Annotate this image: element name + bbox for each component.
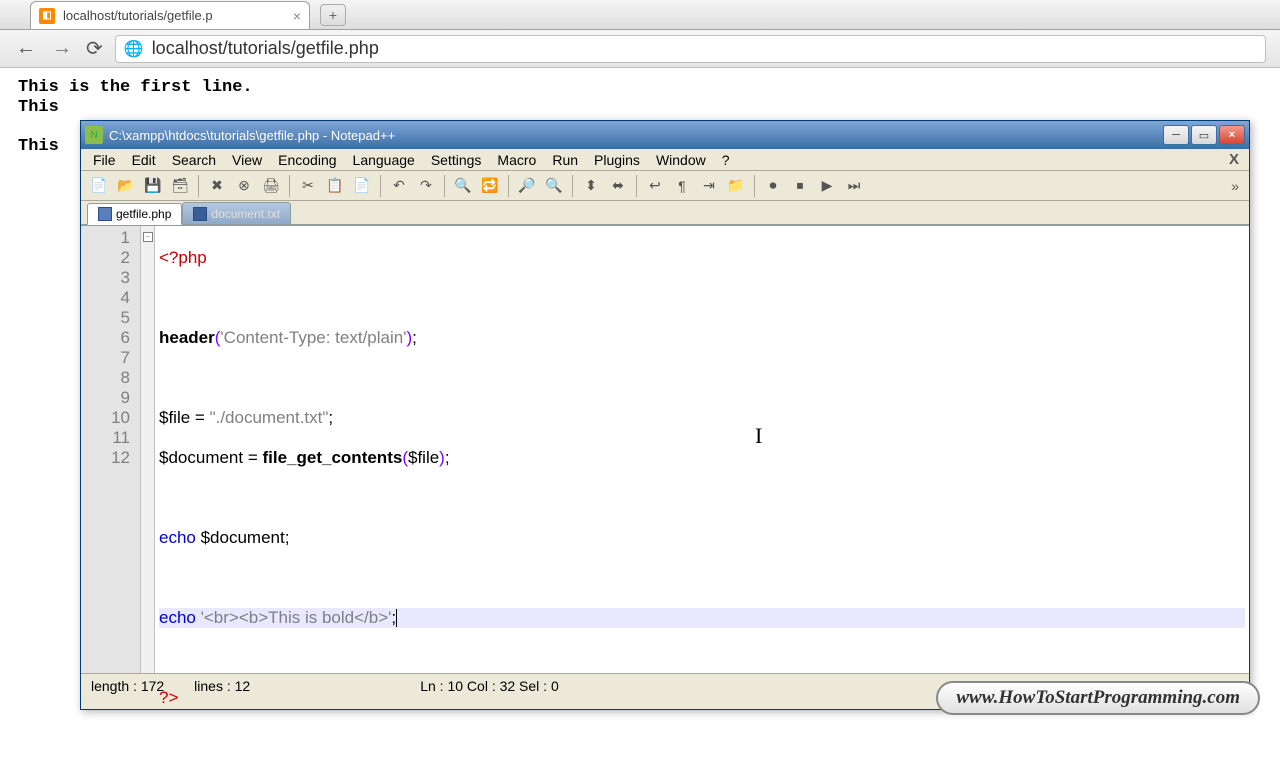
folder-icon[interactable]: 📁 <box>724 174 748 198</box>
back-button[interactable]: ← <box>14 37 38 60</box>
tab-close-icon[interactable]: × <box>293 8 301 24</box>
wrap-icon[interactable]: ↩ <box>643 174 667 198</box>
close-doc-button[interactable]: X <box>1223 151 1245 168</box>
undo-icon[interactable]: ↶ <box>387 174 411 198</box>
favicon-icon: ◧ <box>39 8 55 24</box>
watermark: www.HowToStartProgramming.com <box>936 681 1260 715</box>
replace-icon[interactable]: 🔁 <box>478 174 502 198</box>
playback-icon[interactable]: ⏭ <box>842 174 866 198</box>
save-all-icon[interactable]: 🗃 <box>168 174 192 198</box>
find-icon[interactable]: 🔍 <box>451 174 475 198</box>
status-length: length : 172 <box>91 678 164 694</box>
notepadpp-window: N C:\xampp\htdocs\tutorials\getfile.php … <box>80 120 1250 710</box>
file-tab-label: document.txt <box>211 207 280 221</box>
window-title: C:\xampp\htdocs\tutorials\getfile.php - … <box>109 128 1163 143</box>
copy-icon[interactable]: 📋 <box>323 174 347 198</box>
print-icon[interactable]: 🖨 <box>259 174 283 198</box>
maximize-button[interactable]: ▭ <box>1191 125 1217 145</box>
browser-tab-title: localhost/tutorials/getfile.p <box>63 8 213 23</box>
cut-icon[interactable]: ✂ <box>296 174 320 198</box>
paste-icon[interactable]: 📄 <box>350 174 374 198</box>
menu-edit[interactable]: Edit <box>124 150 164 170</box>
globe-icon: 🌐 <box>124 39 144 59</box>
menu-window[interactable]: Window <box>648 150 714 170</box>
address-bar[interactable]: 🌐 localhost/tutorials/getfile.php <box>115 35 1266 63</box>
play-icon[interactable]: ▶ <box>815 174 839 198</box>
indent-icon[interactable]: ⇥ <box>697 174 721 198</box>
save-icon[interactable]: 💾 <box>141 174 165 198</box>
line-gutter: 123456789101112 <box>81 226 141 673</box>
menu-help[interactable]: ? <box>714 150 738 170</box>
menu-file[interactable]: File <box>85 150 124 170</box>
ibeam-cursor-icon: I <box>755 426 762 446</box>
menu-plugins[interactable]: Plugins <box>586 150 648 170</box>
redo-icon[interactable]: ↷ <box>414 174 438 198</box>
browser-tab-strip: ◧ localhost/tutorials/getfile.p × + <box>0 0 1280 30</box>
window-buttons: ─ ▭ × <box>1163 125 1245 145</box>
toolbar: 📄 📂 💾 🗃 ✖ ⊗ 🖨 ✂ 📋 📄 ↶ ↷ 🔍 🔁 🔎 🔍 ⬍ ⬌ ↩ ¶ … <box>81 171 1249 201</box>
menu-macro[interactable]: Macro <box>489 150 544 170</box>
file-tab-bar: getfile.php document.txt <box>81 201 1249 225</box>
close-file-icon[interactable]: ✖ <box>205 174 229 198</box>
minimize-button[interactable]: ─ <box>1163 125 1189 145</box>
fold-column: − <box>141 226 155 673</box>
text-caret <box>396 609 397 627</box>
zoom-out-icon[interactable]: 🔍 <box>542 174 566 198</box>
editor[interactable]: 123456789101112 − <?php header('Content-… <box>81 225 1249 673</box>
url-text: localhost/tutorials/getfile.php <box>152 38 379 59</box>
fold-toggle-icon[interactable]: − <box>143 232 153 242</box>
menu-settings[interactable]: Settings <box>423 150 490 170</box>
close-button[interactable]: × <box>1219 125 1245 145</box>
browser-tab-active[interactable]: ◧ localhost/tutorials/getfile.p × <box>30 1 310 29</box>
menu-run[interactable]: Run <box>544 150 586 170</box>
menu-view[interactable]: View <box>224 150 270 170</box>
forward-button[interactable]: → <box>50 37 74 60</box>
sync-v-icon[interactable]: ⬍ <box>579 174 603 198</box>
record-icon[interactable]: ⏺ <box>761 174 785 198</box>
close-all-icon[interactable]: ⊗ <box>232 174 256 198</box>
menu-search[interactable]: Search <box>164 150 224 170</box>
file-tab-label: getfile.php <box>116 207 171 221</box>
open-file-icon[interactable]: 📂 <box>114 174 138 198</box>
reload-button[interactable]: ⟳ <box>86 36 103 61</box>
sync-h-icon[interactable]: ⬌ <box>606 174 630 198</box>
new-tab-button[interactable]: + <box>320 4 346 26</box>
menu-language[interactable]: Language <box>345 150 423 170</box>
new-file-icon[interactable]: 📄 <box>87 174 111 198</box>
file-tab-document[interactable]: document.txt <box>182 202 291 224</box>
browser-toolbar: ← → ⟳ 🌐 localhost/tutorials/getfile.php <box>0 30 1280 68</box>
save-state-icon <box>98 207 112 221</box>
save-state-icon <box>193 207 207 221</box>
menu-encoding[interactable]: Encoding <box>270 150 344 170</box>
menubar: File Edit Search View Encoding Language … <box>81 149 1249 171</box>
stop-icon[interactable]: ⏹ <box>788 174 812 198</box>
toolbar-overflow-icon[interactable]: » <box>1227 178 1243 194</box>
titlebar[interactable]: N C:\xampp\htdocs\tutorials\getfile.php … <box>81 121 1249 149</box>
file-tab-getfile[interactable]: getfile.php <box>87 203 182 225</box>
zoom-in-icon[interactable]: 🔎 <box>515 174 539 198</box>
app-icon: N <box>85 126 103 144</box>
code-area[interactable]: <?php header('Content-Type: text/plain')… <box>155 226 1249 673</box>
allchars-icon[interactable]: ¶ <box>670 174 694 198</box>
